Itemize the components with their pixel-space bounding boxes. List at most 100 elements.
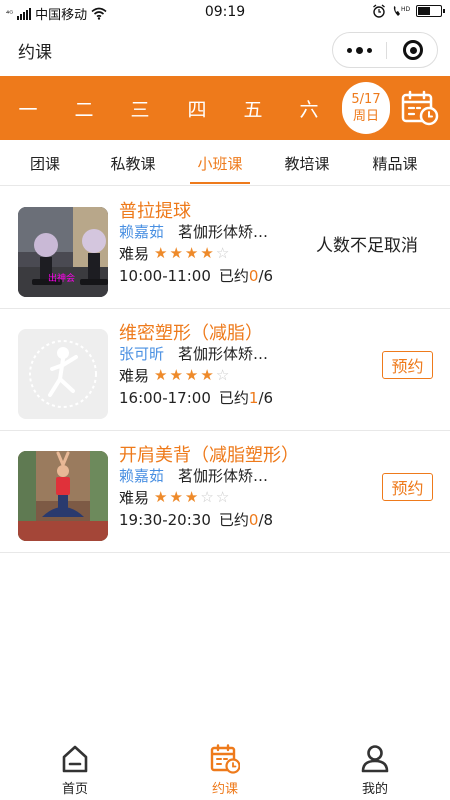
weekday-sat[interactable]: 六 [281,76,337,140]
star-filled-icon: ★ [184,366,199,384]
teacher-link[interactable]: 张可昕 [119,343,164,364]
nav-home-label: 首页 [61,782,88,797]
status-bar: ⁴ᴳ 中国移动 09:19 HD [0,0,450,24]
weekday-thu[interactable]: 四 [169,76,225,140]
course-time: 19:30-20:30 [119,511,211,529]
svg-text:HD: HD [401,6,410,13]
weekday-tue[interactable]: 二 [56,76,112,140]
course-thumbnail [18,329,108,419]
close-circle-icon [403,40,423,60]
week-selector: 一 二 三 四 五 六 5/17 周日 [0,76,450,140]
course-item[interactable]: 开肩美背（减脂塑形） 赖嘉茹 茗伽形体矫正馆 难易 ★ ★ ★ ☆ ☆ 19:30-20… [0,431,450,553]
course-item[interactable]: 出神会 普拉提球 赖嘉茹 茗伽形体矫正馆 难易 ★ ★ ★ ★ ☆ 10:00-11:0… [0,187,450,309]
nav-home[interactable]: 首页 [0,740,150,800]
book-button[interactable]: 预约 [382,351,433,379]
tab-small-class[interactable]: 小班课 [175,140,265,186]
calendar-icon [210,744,240,774]
capacity: /8 [258,511,274,529]
course-name: 开肩美背（减脂塑形） [119,445,299,466]
star-filled-icon: ★ [154,366,168,384]
weekday-mon[interactable]: 一 [0,76,56,140]
current-weekday: 周日 [352,109,379,124]
teacher-link[interactable]: 赖嘉茹 [119,221,164,242]
star-filled-icon: ★ [169,244,183,262]
title-bar: 约课 [0,24,450,76]
star-filled-icon: ★ [184,488,199,506]
teacher-link[interactable]: 赖嘉茹 [119,465,164,486]
book-button[interactable]: 预约 [382,473,433,501]
nav-booking[interactable]: 约课 [150,740,300,800]
booked-label: 已约 [218,511,249,529]
course-name: 维密塑形（减脂） [119,323,263,344]
thumbnail-caption: 出神会 [48,274,76,284]
difficulty-stars: ★ ★ ★ ★ ☆ [154,246,229,261]
difficulty-row: 难易 ★ ★ ★ ☆ ☆ [119,487,229,508]
venue-name: 茗伽形体矫正馆 [178,345,276,363]
venue-name: 茗伽形体矫正馆 [178,223,276,241]
booked-count: 已约0/6 [219,267,273,285]
tab-training-class[interactable]: 教培课 [262,140,352,186]
course-time: 16:00-17:00 [119,389,211,407]
nav-profile[interactable]: 我的 [300,740,450,800]
more-button[interactable] [333,33,386,67]
star-filled-icon: ★ [154,244,168,262]
difficulty-label: 难易 [119,245,150,263]
tab-premium-class[interactable]: 精品课 [350,140,440,186]
star-filled-icon: ★ [169,488,183,506]
difficulty-stars: ★ ★ ★ ☆ ☆ [154,490,229,505]
course-status: 人数不足取消 [316,236,418,256]
course-item[interactable]: 维密塑形（减脂） 张可昕 茗伽形体矫正馆 难易 ★ ★ ★ ★ ☆ 16:00-17:0… [0,309,450,431]
tab-group-class[interactable]: 团课 [0,140,90,186]
star-filled-icon: ★ [200,366,214,384]
weekday-fri[interactable]: 五 [225,76,281,140]
course-time-row: 10:00-11:00 已约0/6 [119,265,273,286]
course-time-row: 16:00-17:00 已约1/6 [119,387,273,408]
user-icon [361,745,389,773]
current-date-badge[interactable]: 5/17 周日 [342,82,390,134]
hd-call-icon: HD [393,6,410,16]
star-filled-icon: ★ [169,366,183,384]
booked-number: 0 [248,511,259,529]
page-title: 约课 [18,43,52,63]
status-right: HD [372,4,445,18]
course-time-row: 19:30-20:30 已约0/8 [119,509,273,530]
difficulty-stars: ★ ★ ★ ★ ☆ [154,368,229,383]
booked-label: 已约 [218,267,249,285]
course-thumbnail [18,451,108,541]
star-filled-icon: ★ [184,244,199,262]
difficulty-label: 难易 [119,489,150,507]
nav-profile-label: 我的 [361,782,388,797]
booked-count: 已约1/6 [219,389,273,407]
star-filled-icon: ★ [200,244,214,262]
difficulty-row: 难易 ★ ★ ★ ★ ☆ [119,365,229,386]
close-button[interactable] [387,33,439,67]
battery-icon [416,5,445,17]
alarm-icon [373,4,385,18]
course-type-tabs: 团课 私教课 小班课 教培课 精品课 [0,140,450,186]
mini-program-capsule [332,32,438,68]
course-time: 10:00-11:00 [119,267,211,285]
venue-name: 茗伽形体矫正馆 [178,467,276,485]
star-empty-icon: ☆ [200,488,214,506]
star-empty-icon: ☆ [215,366,230,384]
difficulty-row: 难易 ★ ★ ★ ★ ☆ [119,243,229,264]
calendar-clock-icon[interactable] [400,90,440,126]
tab-private-class[interactable]: 私教课 [88,140,178,186]
star-empty-icon: ☆ [215,488,230,506]
more-dots-icon [347,46,372,54]
course-name: 普拉提球 [119,201,191,222]
weekday-wed[interactable]: 三 [112,76,168,140]
capacity: /6 [258,267,274,285]
booked-number: 0 [248,267,259,285]
nav-booking-label: 约课 [211,782,238,797]
star-filled-icon: ★ [154,488,168,506]
difficulty-label: 难易 [119,367,150,385]
booked-count: 已约0/8 [219,511,273,529]
booked-number: 1 [248,389,259,407]
current-date: 5/17 [351,92,381,107]
star-empty-icon: ☆ [215,244,230,262]
booked-label: 已约 [218,389,249,407]
home-icon [62,745,88,773]
bottom-nav: 首页 约课 我的 [0,740,450,800]
capacity: /6 [258,389,274,407]
